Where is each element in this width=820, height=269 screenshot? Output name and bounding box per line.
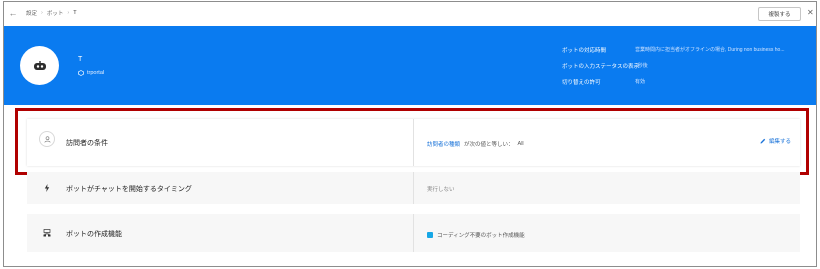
info-label-hours: ボットの対応時間: [562, 48, 607, 54]
info-value-typing: 2秒後: [635, 63, 648, 69]
info-value-hours: 営業時間内に担当者がオフラインの場合, During non business …: [635, 47, 785, 53]
bot-icon: [33, 60, 46, 70]
breadcrumb-separator: ›: [67, 10, 70, 16]
condition-value: All: [517, 141, 524, 147]
condition-operator: が次の値と等しい：: [464, 142, 514, 148]
edit-label: 編集する: [769, 139, 792, 145]
edit-button[interactable]: 編集する: [760, 137, 791, 145]
pencil-icon: [760, 138, 766, 144]
no-code-builder-icon: [427, 232, 433, 238]
info-value-handoff: 有効: [635, 79, 646, 85]
bot-portal: trportal: [78, 70, 104, 76]
bot-builder-label: コーディング不要のボット作成機能: [437, 233, 525, 239]
portal-icon: [78, 70, 84, 76]
lightning-icon: [39, 180, 55, 196]
column-divider: [413, 172, 414, 204]
condition-field[interactable]: 訪問者の種類: [427, 140, 460, 148]
visitor-conditions-title: 訪問者の条件: [66, 140, 108, 147]
close-icon[interactable]: ✕: [807, 7, 814, 19]
copy-button[interactable]: 複製する: [758, 7, 801, 21]
bot-header: T trportal ボットの対応時間 営業時間内に担当者がオフラインの場合, …: [4, 26, 816, 105]
chat-start-timing-title: ボットがチャットを開始するタイミング: [66, 186, 192, 193]
bot-avatar: [20, 46, 59, 85]
visitor-conditions-card[interactable]: 訪問者の条件 訪問者の種類 が次の値と等しい： All 編集する: [27, 119, 800, 166]
builder-icon: [39, 225, 55, 241]
info-label-handoff: 切り替えの許可: [562, 80, 601, 86]
bot-builder-title: ボットの作成機能: [66, 231, 122, 238]
breadcrumb-settings[interactable]: 設定: [26, 9, 37, 17]
column-divider: [413, 119, 414, 166]
info-label-typing: ボットの入力ステータスの表示: [562, 64, 640, 70]
bot-builder-card[interactable]: ボットの作成機能 コーディング不要のボット作成機能: [27, 214, 800, 252]
column-divider: [413, 214, 414, 252]
person-icon: [39, 131, 55, 147]
breadcrumb-bots[interactable]: ボット: [47, 9, 64, 17]
breadcrumb: 設定 › ボット › T: [26, 9, 77, 17]
breadcrumb-current: T: [73, 10, 77, 16]
bot-builder-value: コーディング不要のボット作成機能: [427, 231, 525, 239]
top-bar: ← 設定 › ボット › T 複製する ✕: [4, 2, 816, 24]
bot-settings-window: ← 設定 › ボット › T 複製する ✕ T trportal ボットの対応時…: [3, 1, 817, 267]
breadcrumb-separator: ›: [41, 10, 43, 16]
chat-start-timing-card[interactable]: ボットがチャットを開始するタイミング 実行しない: [27, 172, 800, 204]
portal-label: trportal: [87, 70, 105, 76]
bot-name: T: [78, 56, 83, 63]
back-arrow-icon[interactable]: ←: [8, 8, 18, 18]
visitor-condition: 訪問者の種類 が次の値と等しい： All: [427, 140, 524, 148]
chat-start-timing-value: 実行しない: [427, 187, 455, 193]
